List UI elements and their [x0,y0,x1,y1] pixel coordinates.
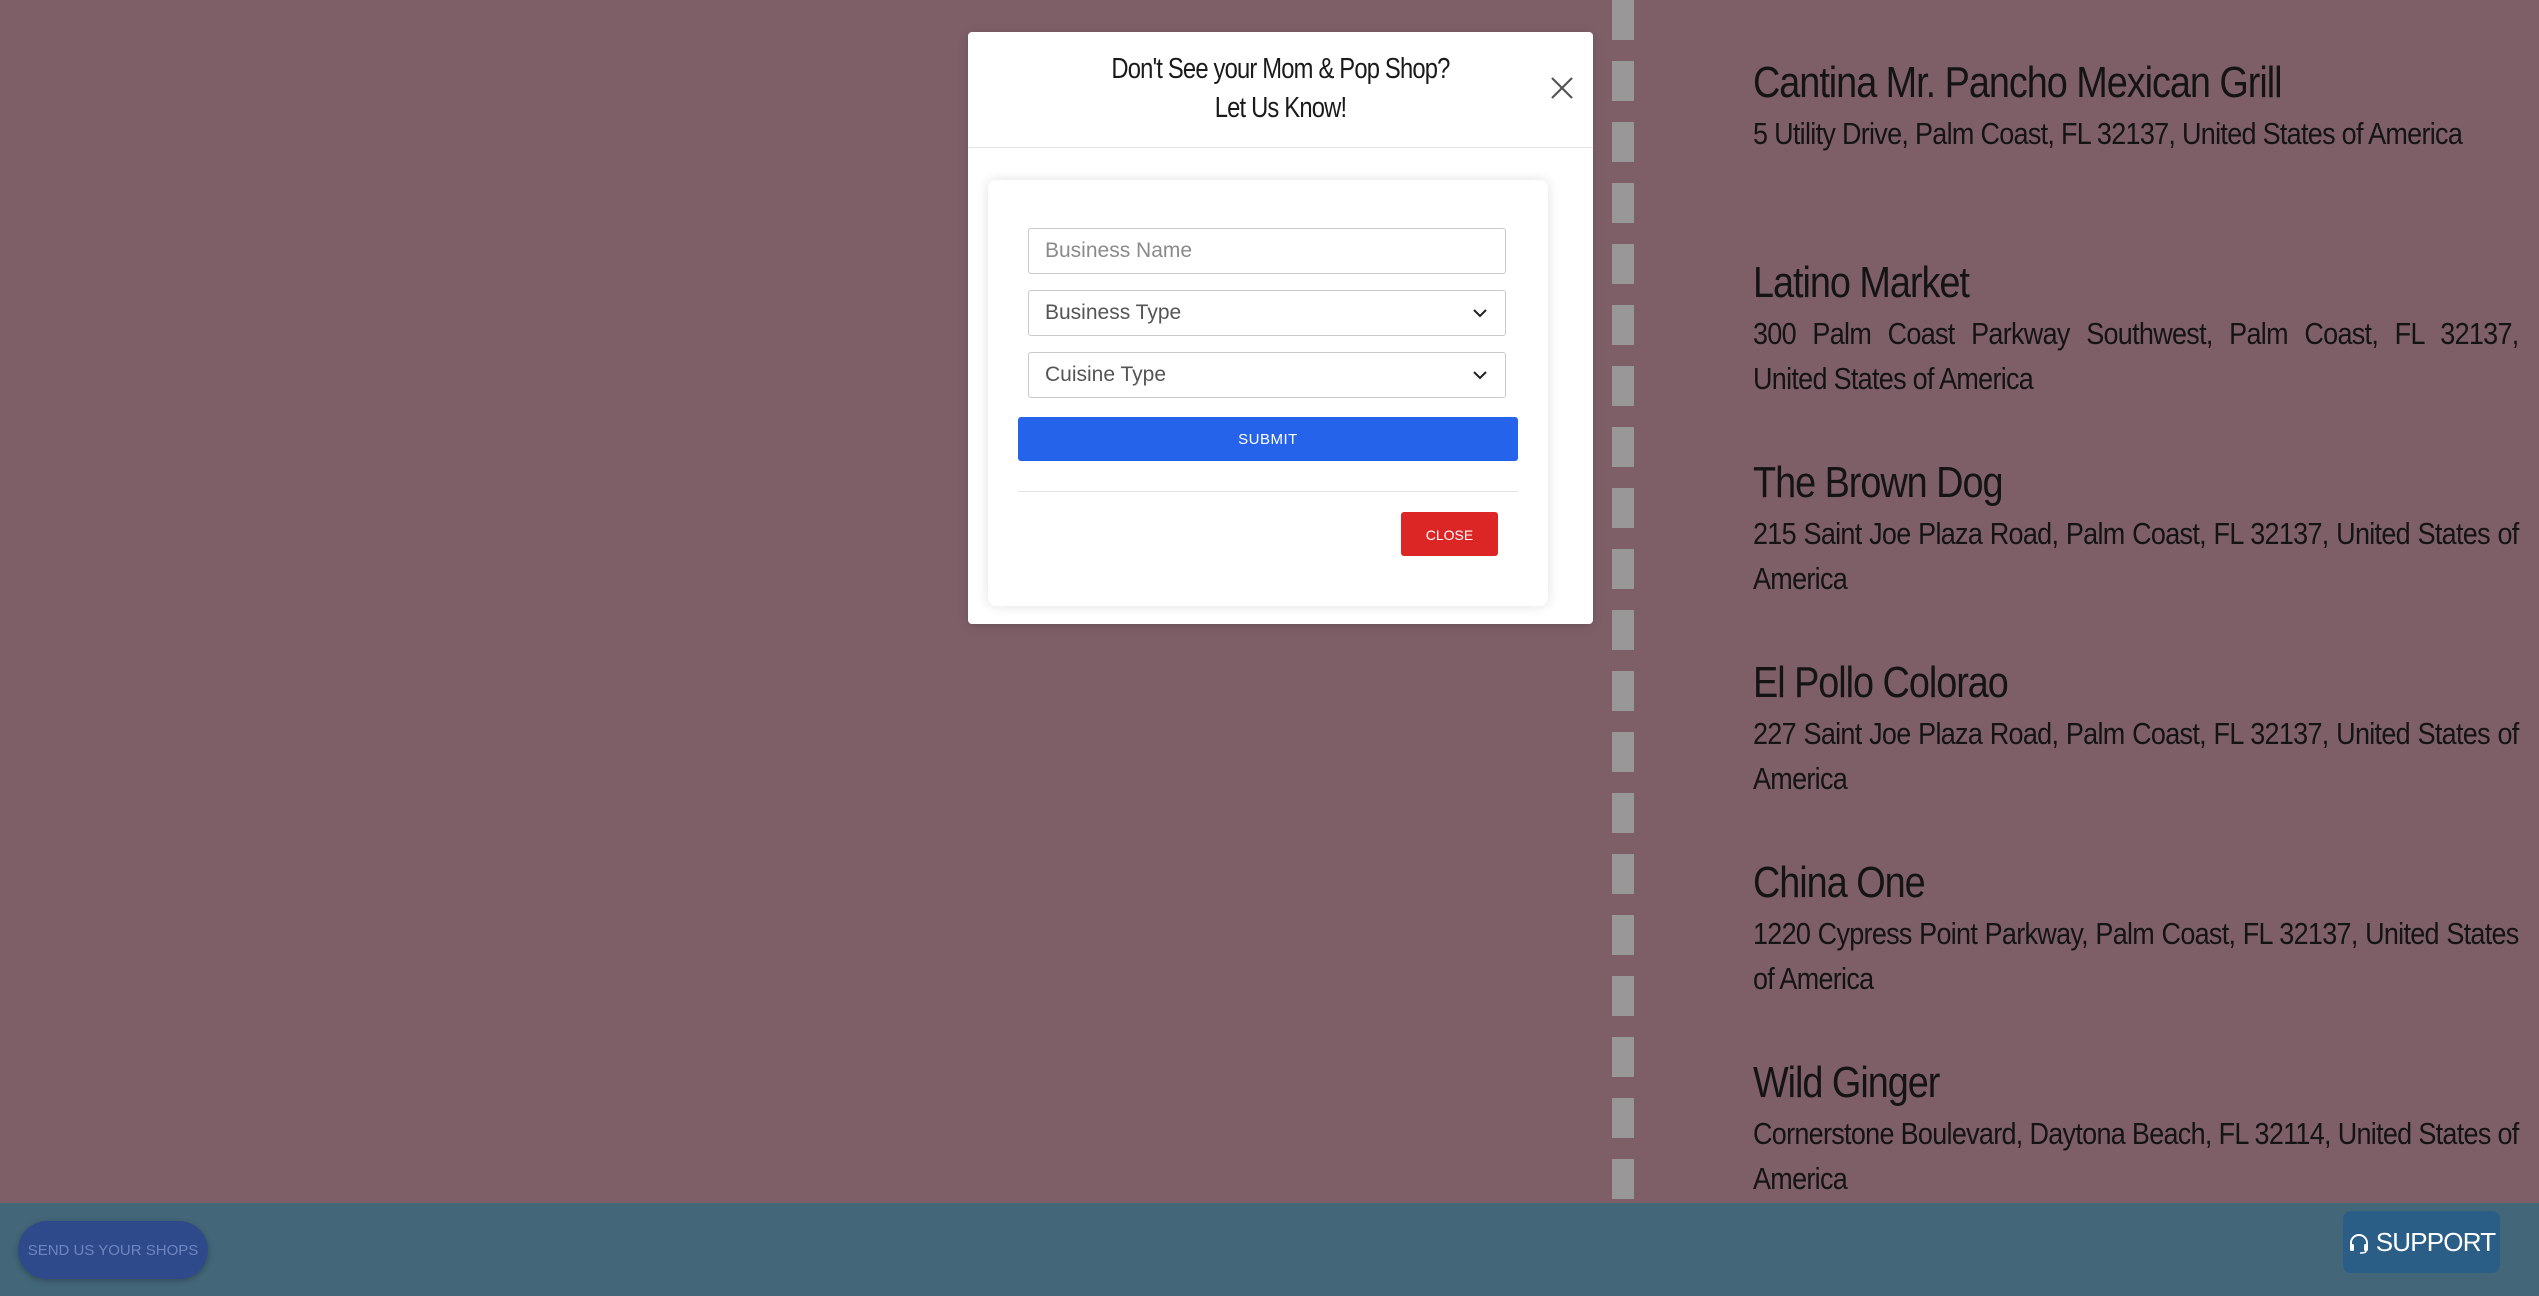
submit-button[interactable]: SUBMIT [1018,417,1518,461]
shop-address: 227 Saint Joe Plaza Road, Palm Coast, FL… [1753,716,2519,796]
shop-name[interactable]: Latino Market [1753,255,2415,311]
shop-item[interactable]: Cantina Mr. Pancho Mexican Grill 5 Utili… [1753,55,2523,255]
support-label: SUPPORT [2375,1226,2496,1257]
suggest-shop-modal: Don't See your Mom & Pop Shop? Let Us Kn… [968,32,1593,624]
shop-item[interactable]: The Brown Dog 215 Saint Joe Plaza Road, … [1753,455,2523,655]
shop-address: 300 Palm Coast Parkway Southwest, Palm C… [1753,316,2519,396]
modal-title-line-1: Don't See your Mom & Pop Shop? [1111,53,1450,85]
support-button[interactable]: SUPPORT [2343,1211,2500,1273]
shop-name[interactable]: The Brown Dog [1753,455,2415,511]
form-divider [1018,491,1518,492]
business-type-value: Business Type [1045,301,1182,324]
shop-address: 1220 Cypress Point Parkway, Palm Coast, … [1753,916,2519,996]
business-name-field[interactable] [1028,228,1506,274]
shop-item[interactable]: Latino Market 300 Palm Coast Parkway Sou… [1753,255,2523,455]
headset-icon [2348,1231,2370,1254]
footer-bar: SEND US YOUR SHOPS SUPPORT [0,1203,2539,1296]
suggest-shop-form: Business Type Cuisine Type SUBMIT CLOSE [988,180,1548,606]
close-button[interactable]: CLOSE [1401,512,1498,556]
modal-header: Don't See your Mom & Pop Shop? Let Us Kn… [968,32,1593,148]
business-type-select[interactable]: Business Type [1028,290,1506,336]
chevron-down-icon [1471,366,1489,384]
shop-name[interactable]: El Pollo Colorao [1753,655,2415,711]
shop-name[interactable]: Wild Ginger [1753,1055,2415,1111]
shop-name[interactable]: China One [1753,855,2415,911]
shop-item[interactable]: China One 1220 Cypress Point Parkway, Pa… [1753,855,2523,1055]
cuisine-type-select[interactable]: Cuisine Type [1028,352,1506,398]
shop-item[interactable]: El Pollo Colorao 227 Saint Joe Plaza Roa… [1753,655,2523,855]
shop-name[interactable]: Cantina Mr. Pancho Mexican Grill [1753,55,2415,111]
shop-address: Cornerstone Boulevard, Daytona Beach, FL… [1753,1116,2519,1196]
modal-title-line-2: Let Us Know! [1214,92,1347,124]
shop-address: 5 Utility Drive, Palm Coast, FL 32137, U… [1753,116,2463,151]
business-name-input[interactable] [1029,229,1505,273]
send-us-your-shops-button[interactable]: SEND US YOUR SHOPS [18,1221,208,1279]
chevron-down-icon [1471,304,1489,322]
modal-title: Don't See your Mom & Pop Shop? Let Us Kn… [1024,50,1537,128]
shop-listing: Cantina Mr. Pancho Mexican Grill 5 Utili… [1753,55,2523,1255]
dashed-divider [1612,0,1634,1203]
cuisine-type-value: Cuisine Type [1045,363,1167,386]
shop-address: 215 Saint Joe Plaza Road, Palm Coast, FL… [1753,516,2519,596]
close-icon[interactable] [1549,75,1575,101]
